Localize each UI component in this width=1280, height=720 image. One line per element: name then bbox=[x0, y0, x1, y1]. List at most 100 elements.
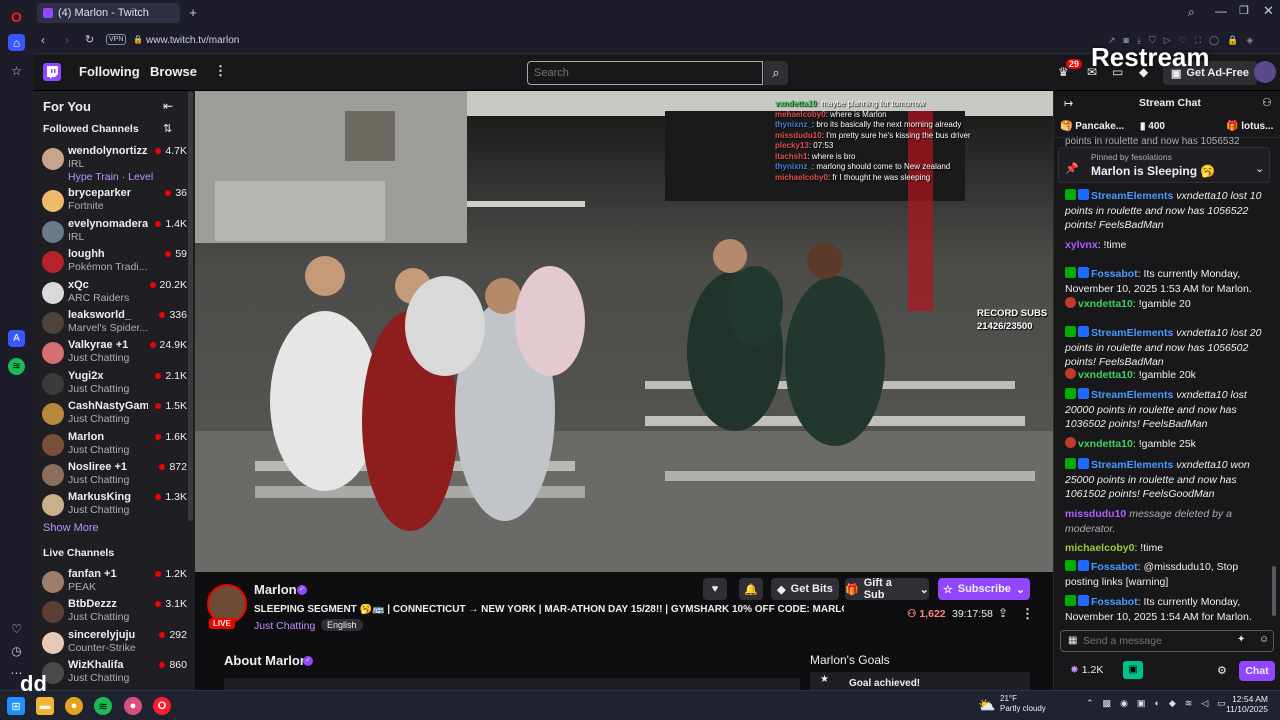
minimize-icon[interactable]: — bbox=[1215, 4, 1227, 18]
plus-icon[interactable]: + bbox=[186, 6, 200, 20]
tray-app-icon[interactable]: ▩ bbox=[1103, 698, 1112, 709]
chat-message[interactable]: Fossabot: Its currently Monday, November… bbox=[1065, 595, 1270, 624]
get-bits-button[interactable]: ◆ Get Bits bbox=[771, 578, 839, 600]
lock-icon[interactable]: 🔒 bbox=[1227, 35, 1238, 46]
chevron-down-icon[interactable]: ⌄ bbox=[1255, 162, 1264, 175]
history-icon[interactable]: ◷ bbox=[8, 642, 25, 659]
chat-message[interactable]: vxndetta10: !gamble 20 bbox=[1065, 297, 1270, 312]
chat-message[interactable]: vxndetta10: !gamble 20k bbox=[1065, 368, 1270, 383]
tray-app-icon[interactable]: ◆ bbox=[1169, 698, 1176, 709]
close-icon[interactable]: ✕ bbox=[1263, 3, 1274, 19]
sidebar-channel[interactable]: bryceparker Fortnite 36 bbox=[33, 187, 187, 217]
spotify-icon[interactable]: ≋ bbox=[8, 358, 25, 375]
smile-icon[interactable]: ☺ bbox=[1259, 634, 1269, 645]
sidebar-channel[interactable]: WizKhalifa Just Chatting 860 bbox=[33, 659, 187, 689]
sidebar-channel[interactable]: wendolynortizz IRL 4.7K Hype Train · Level … bbox=[33, 145, 187, 183]
chrome-icon[interactable]: ● bbox=[65, 697, 83, 715]
search-button[interactable]: ⌕ bbox=[764, 61, 788, 85]
user-avatar[interactable] bbox=[1254, 61, 1276, 83]
chat-input-box[interactable]: ▦ ✦ ☺ bbox=[1060, 630, 1274, 652]
chat-message[interactable]: Fossabot: Its currently Monday, November… bbox=[1065, 267, 1270, 296]
sidebar-channel[interactable]: sincerelyjuju Counter-Strike 292 bbox=[33, 629, 187, 659]
account-icon[interactable]: ◯ bbox=[1209, 35, 1219, 46]
chat-message[interactable]: StreamElements vxndetta10 lost 20000 poi… bbox=[1065, 388, 1270, 432]
sidebar-channel[interactable]: BtbDezzz Just Chatting 3.1K bbox=[33, 598, 187, 628]
opera-icon[interactable]: O bbox=[153, 697, 171, 715]
chat-username[interactable]: StreamElements bbox=[1091, 190, 1173, 202]
channel-name[interactable]: Marlon bbox=[254, 582, 297, 597]
opera-logo-icon[interactable]: O bbox=[8, 8, 25, 25]
clock[interactable]: 12:54 AM 11/10/2025 bbox=[1218, 694, 1268, 714]
weather-widget[interactable]: 21°F Partly cloudy bbox=[1000, 694, 1046, 714]
tray-app-icon[interactable]: ◉ bbox=[1120, 698, 1128, 709]
star-icon[interactable]: ☆ bbox=[8, 62, 25, 79]
windows-start-icon[interactable]: ⊞ bbox=[7, 697, 25, 715]
chat-username[interactable]: StreamElements bbox=[1091, 327, 1173, 339]
more-options-icon[interactable]: ⋮ bbox=[1021, 606, 1034, 622]
sidebar-channel[interactable]: Nosliree +1 Just Chatting 872 bbox=[33, 461, 187, 491]
sidebar-channel[interactable]: Marlon Just Chatting 1.6K bbox=[33, 431, 187, 461]
subscribe-button[interactable]: ☆ Subscribe ⌄ bbox=[938, 578, 1030, 600]
maximize-icon[interactable]: ❐ bbox=[1239, 4, 1249, 17]
vpn-badge[interactable]: VPN bbox=[106, 34, 127, 45]
more-menu-icon[interactable]: ⋮ bbox=[214, 63, 227, 79]
extensions-icon[interactable]: ◈ bbox=[1246, 35, 1253, 46]
show-more-link[interactable]: Show More bbox=[43, 522, 99, 534]
chat-username[interactable]: Fossabot bbox=[1091, 596, 1138, 608]
sidebar-channel[interactable]: evelynomadera IRL 1.4K bbox=[33, 218, 187, 248]
sidebar-channel[interactable]: Valkyrae +1 Just Chatting 24.9K bbox=[33, 339, 187, 369]
aria-icon[interactable]: A bbox=[8, 330, 25, 347]
sidebar-scrollbar[interactable] bbox=[188, 91, 193, 521]
chevron-up-icon[interactable]: ⌃ bbox=[1086, 698, 1094, 709]
chat-username[interactable]: missdudu10 bbox=[1065, 508, 1126, 520]
chat-message[interactable]: xylvnx: !time bbox=[1065, 238, 1270, 253]
collapse-icon[interactable]: ⇤ bbox=[163, 99, 173, 113]
url-text[interactable]: www.twitch.tv/marlon bbox=[146, 35, 239, 46]
browser-tab[interactable]: (4) Marlon - Twitch bbox=[37, 3, 180, 23]
chat-message[interactable]: StreamElements vxndetta10 lost 10 points… bbox=[1065, 189, 1270, 233]
gear-icon[interactable]: ⚙ bbox=[1217, 664, 1227, 677]
claim-bonus-icon[interactable]: ▣ bbox=[1123, 661, 1143, 679]
chat-send-button[interactable]: Chat bbox=[1239, 661, 1275, 681]
sidebar-channel[interactable]: xQc ARC Raiders 20.2K bbox=[33, 279, 187, 309]
chat-username[interactable]: michaelcoby0 bbox=[1065, 542, 1134, 554]
search-icon[interactable]: ⌕ bbox=[1188, 5, 1195, 20]
sidebar-channel[interactable]: Yugi2x Just Chatting 2.1K bbox=[33, 370, 187, 400]
wifi-icon[interactable]: ≋ bbox=[1185, 698, 1193, 709]
collapse-chat-icon[interactable]: ↦ bbox=[1064, 97, 1073, 110]
volume-icon[interactable]: ◁ bbox=[1201, 698, 1208, 709]
chat-username[interactable]: Fossabot bbox=[1091, 561, 1138, 573]
chat-username[interactable]: xylvnx bbox=[1065, 239, 1098, 251]
forward-icon[interactable]: › bbox=[65, 33, 69, 47]
browse-link[interactable]: Browse bbox=[150, 64, 197, 79]
share-icon[interactable]: ⇪ bbox=[998, 606, 1008, 620]
emote-picker-icon[interactable]: ▦ bbox=[1068, 635, 1077, 646]
spotify-icon[interactable]: ≋ bbox=[94, 697, 112, 715]
reload-icon[interactable]: ↻ bbox=[85, 33, 94, 46]
language-tag[interactable]: English bbox=[321, 619, 363, 631]
users-icon[interactable]: ⚇ bbox=[1262, 96, 1272, 109]
heart-icon[interactable]: ♡ bbox=[8, 620, 25, 637]
sidebar-channel[interactable]: loughh Pokémon Tradi... 59 bbox=[33, 248, 187, 278]
chat-input[interactable] bbox=[1083, 633, 1233, 649]
sidebar-channel[interactable]: fanfan +1 PEAK 1.2K bbox=[33, 568, 187, 598]
chat-username[interactable]: StreamElements bbox=[1091, 459, 1173, 471]
sidebar-channel[interactable]: MarkusKing Just Chatting 1.3K bbox=[33, 491, 187, 521]
notifications-button[interactable]: 🔔 bbox=[739, 578, 763, 600]
chat-message[interactable]: Fossabot: @missdudu10, Stop posting link… bbox=[1065, 560, 1270, 589]
gift-sub-button[interactable]: 🎁 Gift a Sub ⌄ bbox=[845, 577, 929, 601]
category-link[interactable]: Just Chatting bbox=[254, 620, 315, 632]
chat-message[interactable]: missdudu10 message deleted by a moderato… bbox=[1065, 507, 1270, 536]
chat-message[interactable]: vxndetta10: !gamble 25k bbox=[1065, 437, 1270, 452]
twitch-logo-icon[interactable] bbox=[43, 63, 61, 81]
chat-scrollbar[interactable] bbox=[1272, 566, 1276, 616]
chat-username[interactable]: Fossabot bbox=[1091, 268, 1138, 280]
chat-message[interactable]: StreamElements vxndetta10 won 25000 poin… bbox=[1065, 458, 1270, 502]
video-player[interactable]: vxndetta10: maybe planning for tomorrow m… bbox=[195, 91, 1053, 572]
back-icon[interactable]: ‹ bbox=[41, 33, 45, 47]
sidebar-channel[interactable]: CashNastyGam...Just Chatting 1.5K bbox=[33, 400, 187, 430]
chat-message[interactable]: StreamElements vxndetta10 lost 20 points… bbox=[1065, 326, 1270, 370]
bits-icon[interactable]: ✦ bbox=[1237, 634, 1245, 645]
tray-app-icon[interactable]: ▣ bbox=[1137, 698, 1146, 709]
search-input[interactable] bbox=[527, 61, 763, 85]
